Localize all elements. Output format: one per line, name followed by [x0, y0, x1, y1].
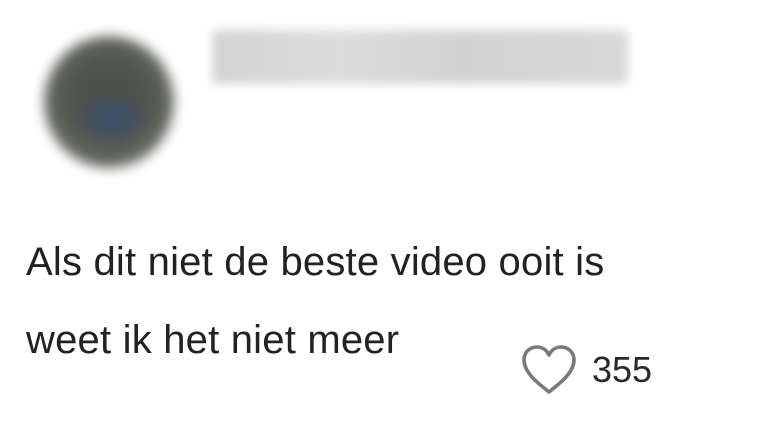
like-button[interactable]: 355 — [520, 340, 652, 400]
like-count: 355 — [592, 349, 653, 390]
comment: Als dit niet de beste video ooit is weet… — [0, 0, 760, 427]
username[interactable] — [212, 30, 628, 84]
comment-text-line: Als dit niet de beste video ooit is — [26, 240, 605, 284]
heart-icon[interactable] — [520, 344, 578, 396]
avatar[interactable] — [44, 36, 174, 168]
